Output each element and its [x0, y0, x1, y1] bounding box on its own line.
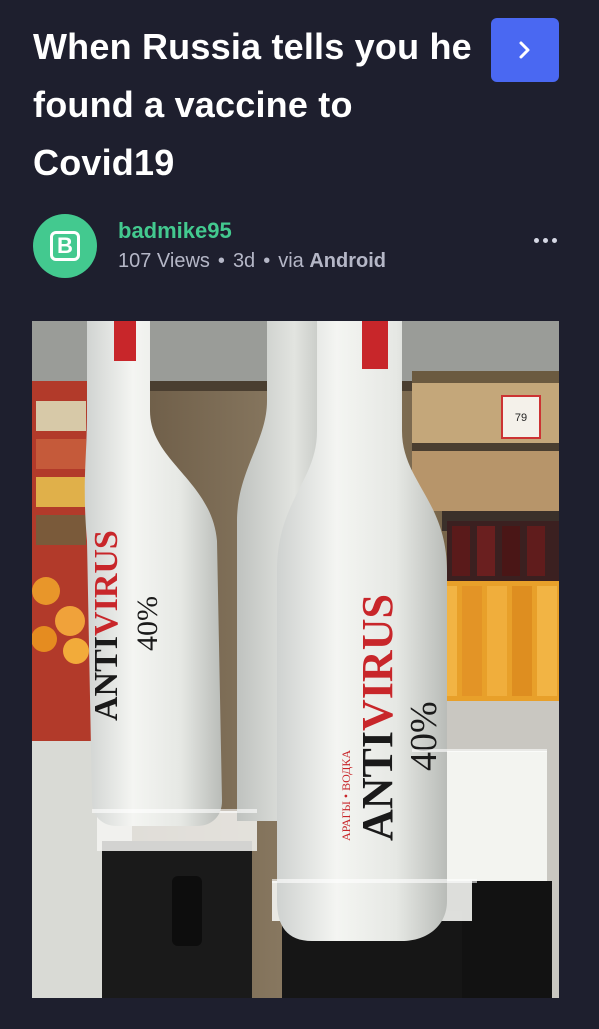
post-age: 3d [232, 250, 256, 272]
right-bottle-abv: 40% [403, 701, 445, 771]
price-tag: 79 [515, 412, 527, 424]
more-dots-icon [551, 237, 557, 243]
meta-separator: • [263, 250, 271, 272]
post-title: When Russia tells you he found a vaccine… [33, 26, 472, 183]
chevron-right-icon [519, 41, 530, 59]
more-options-button[interactable] [527, 228, 563, 252]
more-dots-icon [542, 237, 548, 243]
left-bottle-abv: 40% [131, 596, 164, 651]
platform-name: Android [309, 250, 386, 272]
post-header: When Russia tells you he found a vaccine… [0, 0, 599, 300]
post-image[interactable]: 79 ANTIVIRUS 40% АРАГЫ • ВОДКА ANTIVIRUS… [32, 321, 559, 998]
left-bottle-brand: ANTIVIRUS [88, 530, 125, 721]
view-count: 107 Views [118, 250, 210, 272]
author-username[interactable]: badmike95 [118, 218, 232, 244]
vodka-bottles-photo: 79 ANTIVIRUS 40% АРАГЫ • ВОДКА ANTIVIRUS… [32, 321, 559, 998]
via-label: via [278, 250, 304, 272]
right-bottle-subtitle: АРАГЫ • ВОДКА [339, 750, 353, 841]
right-bottle-brand: ANTIVIRUS [353, 594, 402, 841]
post-meta: 107 Views • 3d • via Android [118, 250, 386, 273]
avatar[interactable]: B [33, 214, 97, 278]
more-dots-icon [533, 237, 539, 243]
meta-separator: • [217, 250, 225, 272]
avatar-letter: B [50, 231, 80, 261]
next-post-button[interactable] [491, 18, 559, 82]
author-row: B badmike95 107 Views • 3d • via Android [33, 214, 563, 278]
